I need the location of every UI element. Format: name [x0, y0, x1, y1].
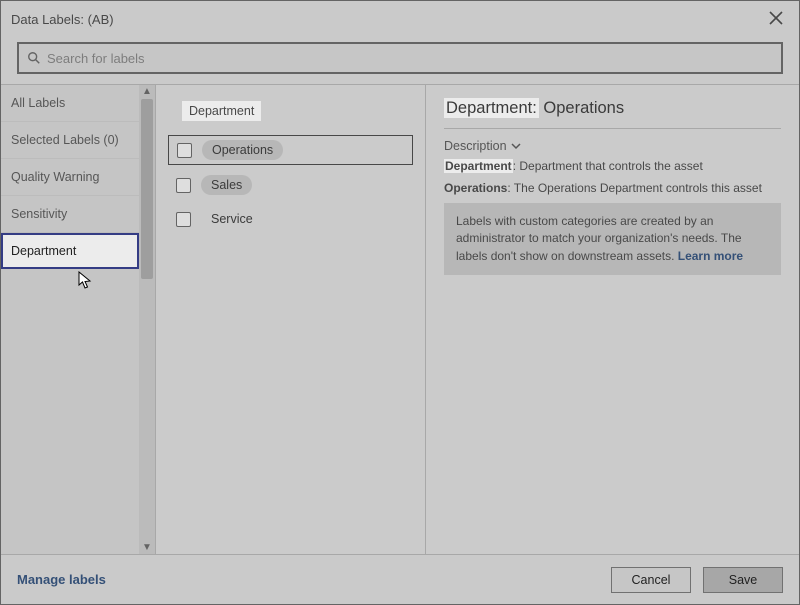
- checkbox-operations[interactable]: [177, 143, 192, 158]
- scroll-up-icon[interactable]: ▲: [142, 86, 152, 97]
- search-icon: [27, 51, 41, 65]
- dialog-title: Data Labels: (AB): [11, 12, 114, 27]
- close-icon[interactable]: [763, 7, 789, 32]
- titlebar: Data Labels: (AB): [1, 1, 799, 38]
- category-chip: Department: [182, 101, 261, 121]
- labels-pane: Department Operations Sales Service: [156, 85, 426, 554]
- label-row-service[interactable]: Service: [168, 205, 413, 233]
- sidebar-item-selected-labels[interactable]: Selected Labels (0): [1, 122, 139, 159]
- search-input[interactable]: [41, 51, 773, 66]
- description-department: Department: Department that controls the…: [444, 159, 781, 173]
- checkbox-service[interactable]: [176, 212, 191, 227]
- desc-key: Department: [444, 159, 513, 173]
- sidebar-item-quality-warning[interactable]: Quality Warning: [1, 159, 139, 196]
- manage-labels-link[interactable]: Manage labels: [17, 572, 106, 587]
- chevron-down-icon: [511, 141, 521, 151]
- label-row-operations[interactable]: Operations: [168, 135, 413, 165]
- details-title-prefix: Department:: [444, 98, 539, 118]
- search-box[interactable]: [17, 42, 783, 74]
- scrollbar-thumb[interactable]: [141, 99, 153, 279]
- description-operations: Operations: The Operations Department co…: [444, 181, 781, 195]
- sidebar-item-sensitivity[interactable]: Sensitivity: [1, 196, 139, 233]
- sidebar-scrollbar[interactable]: ▲ ▼: [139, 85, 155, 554]
- cancel-button[interactable]: Cancel: [611, 567, 691, 593]
- desc-val: : Department that controls the asset: [513, 159, 703, 173]
- footer: Manage labels Cancel Save: [1, 554, 799, 604]
- desc-val: : The Operations Department controls thi…: [507, 181, 762, 195]
- sidebar-item-department[interactable]: Department: [1, 233, 139, 269]
- footer-buttons: Cancel Save: [611, 567, 783, 593]
- description-toggle[interactable]: Description: [444, 139, 781, 153]
- info-box: Labels with custom categories are create…: [444, 203, 781, 275]
- details-title: Department: Operations: [444, 99, 781, 118]
- save-button[interactable]: Save: [703, 567, 783, 593]
- label-pill: Service: [201, 209, 263, 229]
- sidebar: All Labels Selected Labels (0) Quality W…: [1, 85, 139, 554]
- details-title-value: Operations: [543, 99, 624, 117]
- details-pane: Department: Operations Description Depar…: [426, 85, 799, 554]
- checkbox-sales[interactable]: [176, 178, 191, 193]
- sidebar-wrap: All Labels Selected Labels (0) Quality W…: [1, 85, 156, 554]
- description-label: Description: [444, 139, 507, 153]
- sidebar-item-all-labels[interactable]: All Labels: [1, 85, 139, 122]
- scroll-down-icon[interactable]: ▼: [142, 542, 152, 553]
- label-pill: Sales: [201, 175, 252, 195]
- search-container: [1, 38, 799, 84]
- dialog-window: Data Labels: (AB) All Labels Selected La…: [0, 0, 800, 605]
- label-row-sales[interactable]: Sales: [168, 171, 413, 199]
- label-pill: Operations: [202, 140, 283, 160]
- learn-more-link[interactable]: Learn more: [678, 249, 743, 263]
- desc-key: Operations: [444, 181, 507, 195]
- divider: [444, 128, 781, 129]
- content-area: All Labels Selected Labels (0) Quality W…: [1, 84, 799, 554]
